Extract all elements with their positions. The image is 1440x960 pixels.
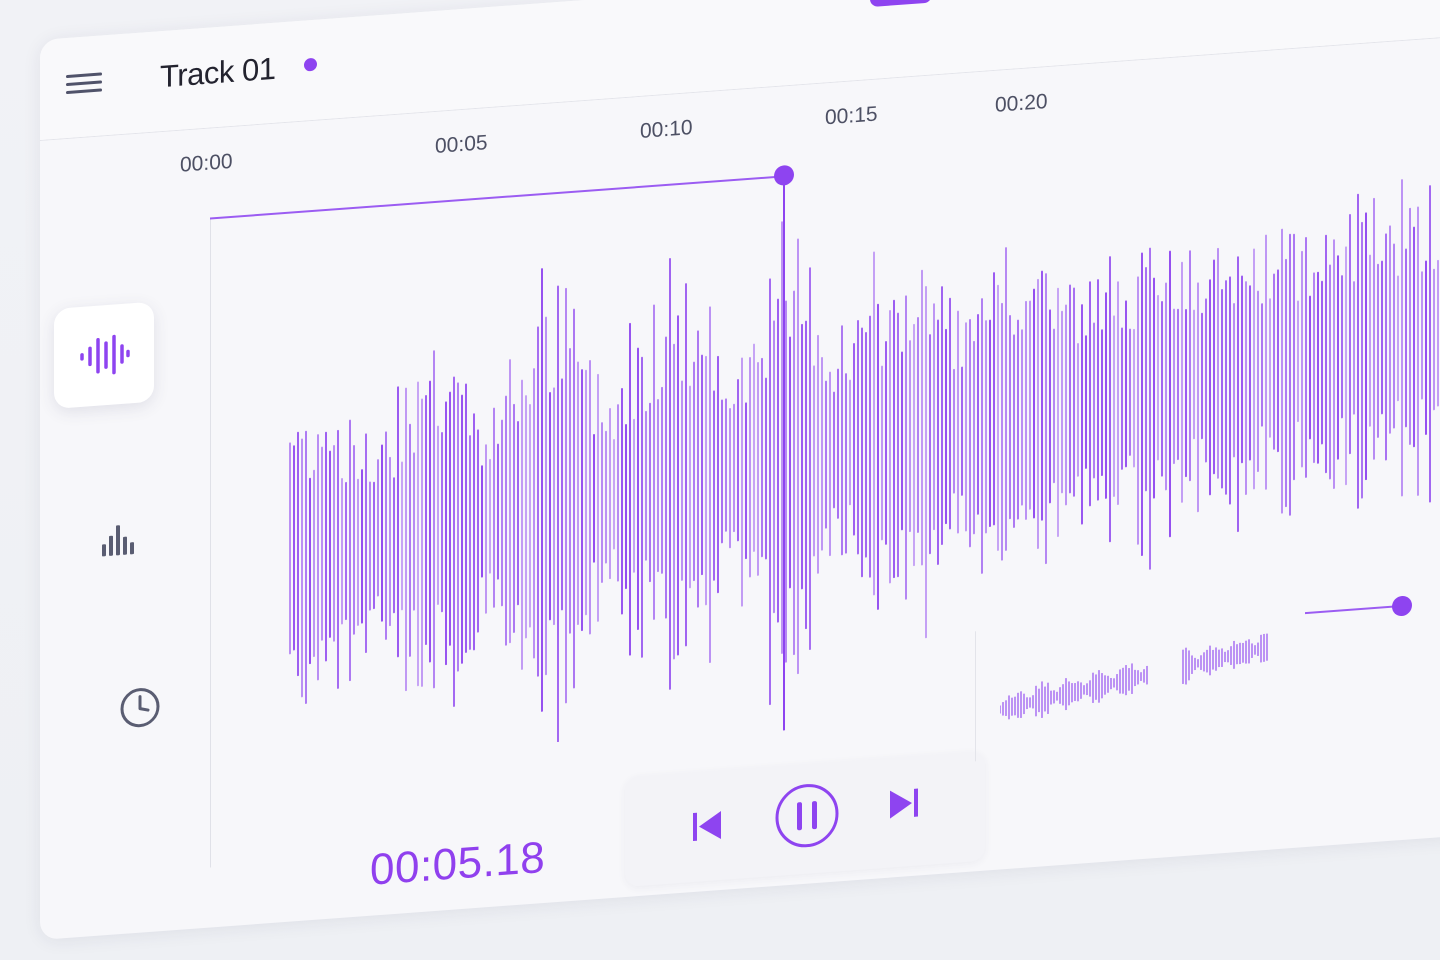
timeline-tick: 00:10 xyxy=(640,116,693,143)
timeline-tick: 00:15 xyxy=(825,102,878,130)
next-icon[interactable] xyxy=(887,785,921,821)
timeline-tick: 00:05 xyxy=(435,131,488,158)
app-window: Track 01 ··· xyxy=(0,0,1440,960)
pause-icon[interactable] xyxy=(773,779,841,852)
accent-pill[interactable] xyxy=(870,0,932,8)
status-dot xyxy=(304,57,317,72)
sidebar-item-waveform[interactable] xyxy=(54,301,154,409)
bar-chart-icon xyxy=(102,525,134,557)
hamburger-menu-icon[interactable] xyxy=(66,67,102,100)
more-options-icon[interactable]: ··· xyxy=(974,0,1003,4)
playhead-line xyxy=(783,175,785,731)
sidebar-item-spectrum[interactable] xyxy=(70,485,170,592)
clock-icon xyxy=(120,688,160,728)
editor-panel: Track 01 ··· xyxy=(40,0,1440,941)
timeline-tick: 00:00 xyxy=(180,149,233,177)
track-title: Track 01 xyxy=(160,50,276,95)
waveform-icon xyxy=(80,334,130,375)
sidebar-item-history[interactable] xyxy=(90,654,190,761)
timeline-tick: 00:20 xyxy=(995,90,1048,117)
header-bar: Track 01 ··· xyxy=(40,0,1440,141)
previous-icon[interactable] xyxy=(690,808,724,844)
